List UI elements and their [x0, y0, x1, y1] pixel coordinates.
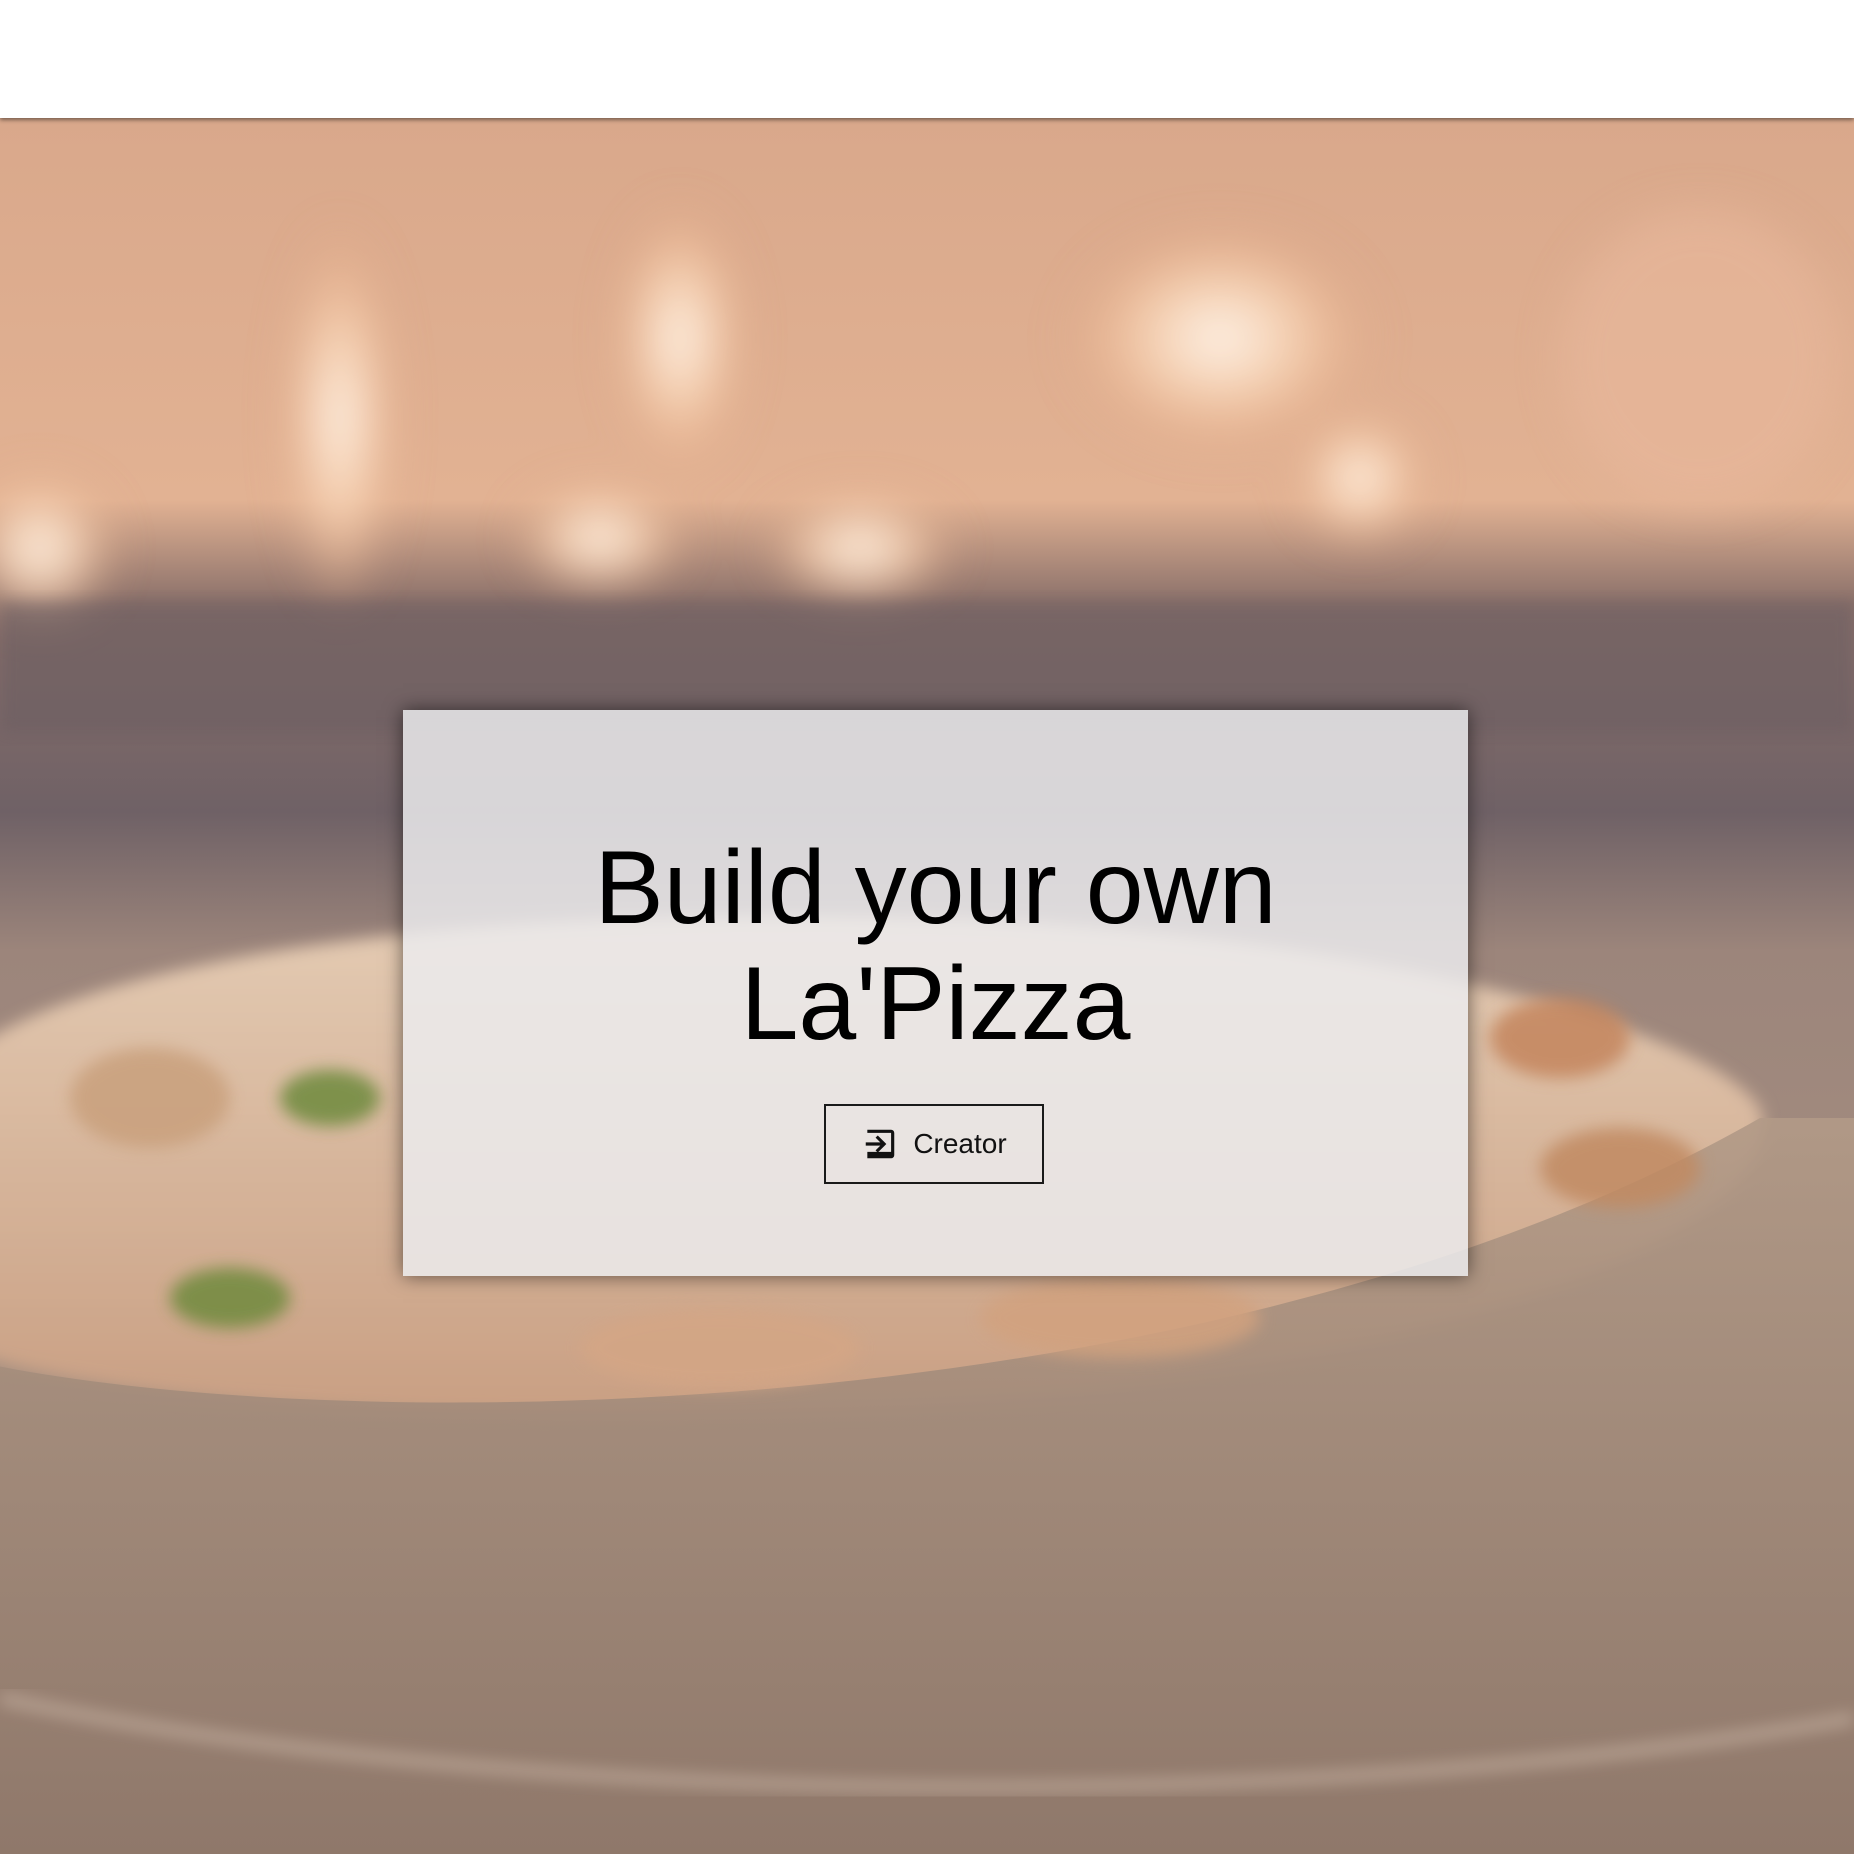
hero-title-line1: Build your own — [594, 830, 1277, 946]
hero-title: Build your own La'Pizza — [403, 830, 1468, 1062]
hero-title-line2: La'Pizza — [740, 946, 1131, 1062]
hero-card: Build your own La'Pizza Creator — [403, 710, 1468, 1276]
creator-button[interactable]: Creator — [824, 1104, 1044, 1184]
creator-button-label: Creator — [913, 1128, 1007, 1159]
login-arrow-icon — [861, 1125, 899, 1163]
top-navbar — [0, 0, 1854, 118]
page: Build your own La'Pizza Creator — [0, 0, 1854, 1854]
